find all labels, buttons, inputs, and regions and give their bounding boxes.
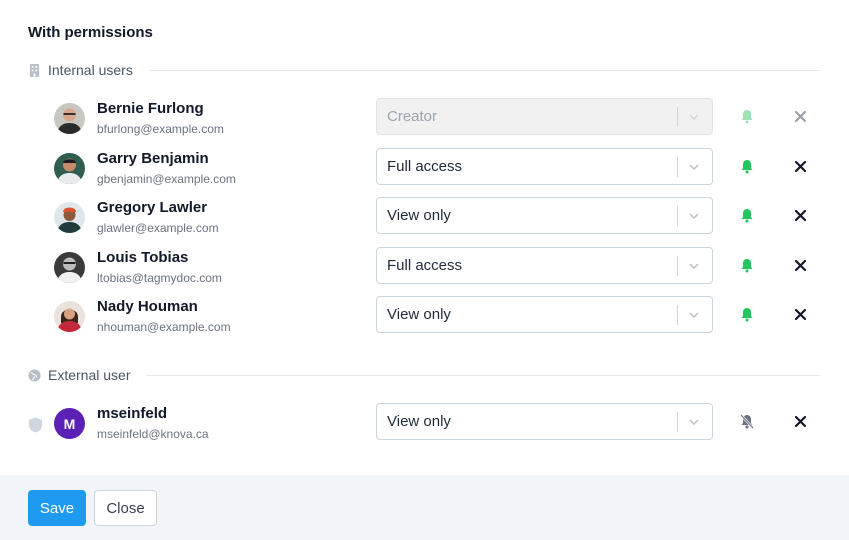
user-name: mseinfeld: [97, 405, 168, 422]
bell-off-icon[interactable]: [740, 414, 754, 429]
user-row: Garry Benjamin gbenjamin@example.com Ful…: [0, 148, 849, 194]
avatar: [54, 202, 85, 233]
internal-users-label: Internal users: [48, 62, 133, 78]
permission-select[interactable]: View only: [376, 197, 713, 234]
chevron-down-icon: [689, 263, 699, 270]
permission-value: View only: [387, 306, 451, 323]
user-row: Gregory Lawler glawler@example.com View …: [0, 197, 849, 243]
remove-icon[interactable]: [794, 415, 807, 428]
user-email: ltobias@tagmydoc.com: [97, 271, 222, 285]
user-email: bfurlong@example.com: [97, 122, 224, 136]
external-users-header: External user: [28, 367, 820, 383]
permission-select[interactable]: Full access: [376, 247, 713, 284]
chevron-down-icon: [689, 419, 699, 426]
user-email: nhouman@example.com: [97, 320, 231, 334]
remove-icon[interactable]: [794, 110, 807, 123]
bell-icon[interactable]: [740, 208, 754, 223]
select-separator: [677, 256, 678, 276]
permission-select: Creator: [376, 98, 713, 135]
select-separator: [677, 107, 678, 127]
globe-icon: [28, 368, 41, 382]
permission-select[interactable]: View only: [376, 296, 713, 333]
user-name: Nady Houman: [97, 298, 198, 315]
user-name: Bernie Furlong: [97, 100, 204, 117]
permission-value: View only: [387, 413, 451, 430]
chevron-down-icon: [689, 114, 699, 121]
avatar: [54, 301, 85, 332]
user-row: Bernie Furlong bfurlong@example.com Crea…: [0, 98, 849, 144]
bell-icon[interactable]: [740, 307, 754, 322]
external-users-label: External user: [48, 367, 131, 383]
footer: Save Close: [0, 475, 849, 540]
permission-select[interactable]: Full access: [376, 148, 713, 185]
user-name: Louis Tobias: [97, 249, 189, 266]
permission-value: View only: [387, 207, 451, 224]
building-icon: [29, 63, 40, 77]
permission-value: Full access: [387, 158, 463, 175]
bell-icon[interactable]: [740, 109, 754, 124]
user-name: Gregory Lawler: [97, 199, 208, 216]
select-separator: [677, 157, 678, 177]
avatar: [54, 153, 85, 184]
close-button[interactable]: Close: [94, 490, 157, 526]
divider: [146, 374, 820, 376]
user-email: mseinfeld@knova.ca: [97, 427, 209, 441]
select-separator: [677, 305, 678, 325]
save-button[interactable]: Save: [28, 490, 86, 526]
user-row: Nady Houman nhouman@example.com View onl…: [0, 296, 849, 342]
chevron-down-icon: [689, 213, 699, 220]
avatar: [54, 103, 85, 134]
chevron-down-icon: [689, 312, 699, 319]
divider: [148, 69, 820, 71]
user-row: Louis Tobias ltobias@tagmydoc.com Full a…: [0, 247, 849, 293]
bell-icon[interactable]: [740, 159, 754, 174]
user-row: M mseinfeld mseinfeld@knova.ca View only: [0, 403, 849, 449]
remove-icon[interactable]: [794, 160, 807, 173]
select-separator: [677, 412, 678, 432]
avatar: M: [54, 408, 85, 439]
internal-users-header: Internal users: [28, 62, 820, 78]
permission-value: Creator: [387, 108, 438, 125]
avatar: [54, 252, 85, 283]
shield-icon: [29, 417, 42, 433]
bell-icon[interactable]: [740, 258, 754, 273]
user-name: Garry Benjamin: [97, 150, 209, 167]
remove-icon[interactable]: [794, 209, 807, 222]
remove-icon[interactable]: [794, 259, 807, 272]
remove-icon[interactable]: [794, 308, 807, 321]
chevron-down-icon: [689, 164, 699, 171]
permission-value: Full access: [387, 257, 463, 274]
user-email: gbenjamin@example.com: [97, 172, 236, 186]
select-separator: [677, 206, 678, 226]
user-email: glawler@example.com: [97, 221, 219, 235]
permission-select[interactable]: View only: [376, 403, 713, 440]
section-title: With permissions: [28, 24, 153, 41]
